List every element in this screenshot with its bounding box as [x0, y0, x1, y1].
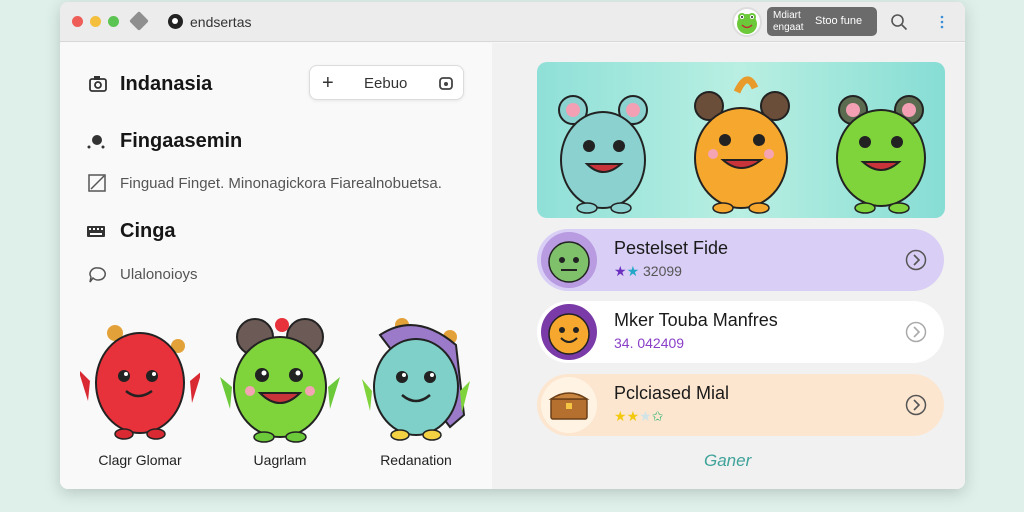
user-chip-line2: engaat: [773, 22, 804, 33]
item-meta: ★★ 32099: [614, 263, 682, 280]
star-icon: ★: [639, 408, 652, 424]
footer-link[interactable]: Ganer: [704, 451, 751, 471]
star-icon: ★: [614, 408, 627, 424]
hero-illustration: [558, 76, 926, 214]
item-title: Pestelset Fide: [614, 238, 729, 258]
user-chip[interactable]: Mdiart engaat Stoo fune: [767, 7, 877, 36]
star-icon: ★: [626, 263, 640, 279]
star-icon: ★: [614, 263, 627, 279]
maximize-window-button[interactable]: [108, 16, 119, 27]
titlebar: endsertas Mdiart engaat Stoo fune: [60, 2, 965, 42]
frog-avatar-icon: [737, 13, 757, 34]
keyboard-icon: [87, 226, 105, 237]
app-title: endsertas: [190, 14, 252, 30]
right-panel: Pestelset Fide ★★ 32099 Mker Touba Manfr…: [492, 43, 965, 489]
hero-banner: [537, 62, 945, 218]
list-item[interactable]: Pclciased Mial ★★★✩: [537, 374, 944, 436]
item-title: Mker Touba Manfres: [614, 310, 778, 330]
chevron-right-icon[interactable]: [905, 394, 927, 416]
left-panel: Indanasia + Eebuo Fingaasemin Finguad Fi…: [60, 43, 492, 489]
chevron-right-icon[interactable]: [905, 249, 927, 271]
item-avatar: [541, 232, 597, 288]
section-subtitle-2: Finguad Finget. Minonagickora Fiarealnob…: [120, 175, 442, 192]
search-icon[interactable]: [890, 13, 908, 31]
user-avatar[interactable]: [732, 7, 762, 37]
section-title-1: Indanasia: [120, 73, 213, 95]
edit-icon: [88, 174, 106, 192]
character-caption-1: Clagr Glomar: [98, 452, 182, 468]
user-chip-line1: Mdiart: [773, 10, 801, 21]
dots-icon: [87, 135, 105, 149]
minimize-window-button[interactable]: [90, 16, 101, 27]
chat-icon: [89, 267, 106, 283]
list-item[interactable]: Mker Touba Manfres 34. 042409: [537, 301, 944, 363]
star-icon: ★: [626, 408, 640, 424]
chevron-right-icon[interactable]: [905, 321, 927, 343]
character-red-monster[interactable]: [80, 321, 200, 443]
star-icon: ✩: [651, 408, 664, 424]
list-item[interactable]: Pestelset Fide ★★ 32099: [537, 229, 944, 291]
item-meta-value: 32099: [643, 263, 682, 279]
user-chip-label: Stoo fune: [815, 15, 863, 27]
orange-avatar-icon: [548, 313, 590, 355]
more-icon[interactable]: [936, 13, 948, 31]
section-title-2: Fingaasemin: [120, 130, 243, 152]
app-logo-icon: [168, 14, 183, 29]
plus-icon: +: [322, 72, 334, 94]
lock-icon: [439, 77, 453, 90]
section-subtitle-3: Ulalonoioys: [120, 266, 198, 283]
character-caption-3: Redanation: [380, 452, 452, 468]
item-avatar: [541, 304, 597, 360]
character-caption-2: Uagrlam: [253, 452, 307, 468]
add-button-label: Eebuo: [364, 75, 408, 92]
close-window-button[interactable]: [72, 16, 83, 27]
item-avatar: [541, 377, 597, 433]
section-title-3: Cinga: [120, 220, 176, 242]
character-teal-monster[interactable]: [360, 315, 472, 443]
item-title: Pclciased Mial: [614, 383, 730, 403]
tag-icon[interactable]: [129, 11, 149, 31]
add-button[interactable]: + Eebuo: [309, 65, 464, 100]
zombie-avatar-icon: [548, 241, 590, 283]
chest-icon: [548, 392, 590, 420]
rating-stars: ★★★✩: [614, 408, 663, 425]
character-green-monster[interactable]: [220, 315, 340, 443]
item-meta: 34. 042409: [614, 335, 685, 351]
camera-icon: [89, 76, 107, 92]
app-window: endsertas Mdiart engaat Stoo fune Indana…: [60, 2, 965, 489]
